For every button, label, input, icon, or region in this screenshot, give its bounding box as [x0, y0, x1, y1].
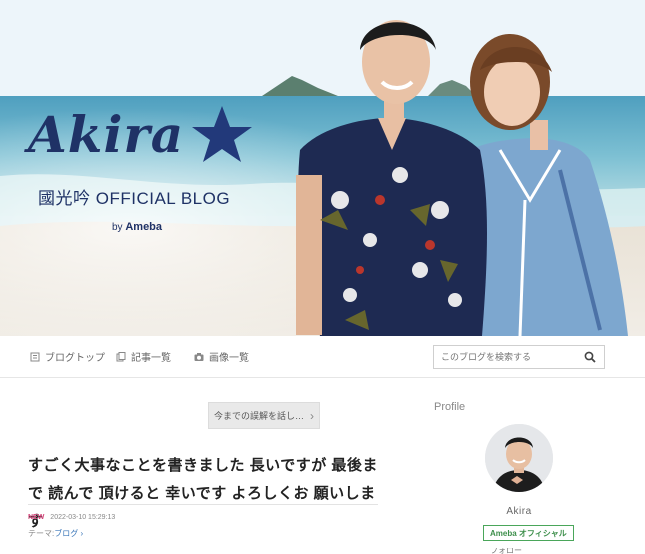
chevron-right-icon: ›	[80, 529, 84, 538]
article-timestamp: 2022-03-10 15:29:13	[50, 514, 116, 521]
blog-search-box	[433, 345, 605, 369]
brand-script-text: Akira	[28, 105, 185, 164]
article-title[interactable]: すごく大事なことを書きました 長いですが 最後まで 読んで 頂けると 幸いです …	[28, 452, 380, 536]
previous-entry-link[interactable]: 今までの誤解を話し… ›	[208, 402, 320, 429]
ameba-credit-name: Ameba	[125, 221, 163, 233]
star-icon	[192, 106, 253, 162]
nav-entry-list-label: 記事一覧	[131, 353, 171, 364]
header-banner: Akira 國光吟 OFFICIAL BLOG by Ameba	[0, 0, 645, 336]
brand-logo: Akira	[28, 104, 254, 166]
brand-subtitle: 國光吟 OFFICIAL BLOG	[38, 189, 231, 208]
ameba-credit-prefix: by	[112, 222, 123, 233]
article-meta: NEW 2022-03-10 15:29:13	[28, 514, 115, 521]
profile-name[interactable]: Akira	[434, 506, 604, 517]
nav-image-list-label: 画像一覧	[209, 353, 249, 364]
search-input[interactable]	[434, 346, 574, 368]
nav-entry-list[interactable]: 記事一覧	[116, 349, 171, 364]
previous-entry-label: 今までの誤解を話し…	[213, 411, 304, 421]
entry-list-icon	[116, 351, 126, 361]
theme-link[interactable]: ブログ ›	[54, 529, 83, 538]
avatar[interactable]	[485, 424, 553, 492]
sidebar-truncated-text: フォロー	[490, 548, 522, 554]
ameba-credit: by Ameba	[112, 221, 254, 233]
search-icon[interactable]	[584, 351, 596, 363]
new-badge: NEW	[28, 514, 45, 521]
theme-prefix: テーマ:	[28, 529, 55, 538]
nav-image-list[interactable]: 画像一覧	[194, 349, 249, 364]
theme-link-name: ブログ	[54, 529, 79, 538]
blog-top-icon	[30, 352, 40, 361]
profile-heading: Profile	[434, 401, 466, 413]
official-badge: Ameba オフィシャル	[483, 525, 574, 541]
camera-icon	[194, 352, 204, 361]
article-theme: テーマ:ブログ ›	[28, 528, 83, 539]
nav-blog-top[interactable]: ブログトップ	[30, 349, 105, 364]
title-divider	[28, 504, 378, 505]
chevron-right-icon: ›	[310, 408, 314, 423]
nav-blog-top-label: ブログトップ	[45, 353, 105, 364]
avatar-image	[485, 424, 553, 492]
blog-brand: Akira 國光吟 OFFICIAL BLOG by Ameba	[28, 104, 254, 233]
